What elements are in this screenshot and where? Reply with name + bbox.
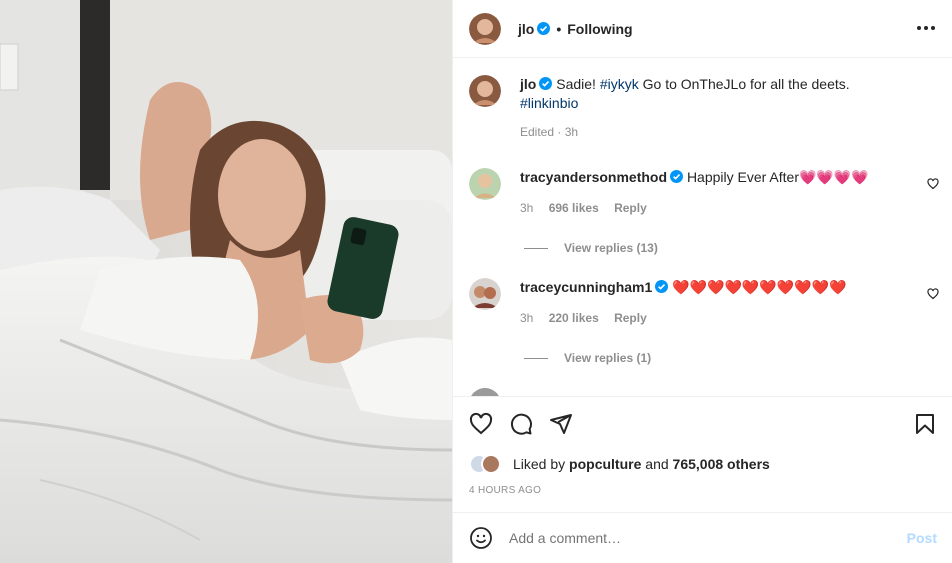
commenter-avatar[interactable] [469, 388, 501, 396]
comment-like-icon[interactable] [927, 288, 939, 300]
comment-message: ❤️❤️❤️❤️❤️❤️❤️❤️❤️❤️ [672, 279, 847, 295]
caption-avatar[interactable] [469, 75, 501, 107]
author-avatar[interactable] [469, 12, 501, 45]
comment-like-icon[interactable] [927, 178, 939, 190]
comment-likes[interactable]: 220 likes [549, 311, 599, 325]
comment-body: traceycunningham1 ❤️❤️❤️❤️❤️❤️❤️❤️❤️❤️ 3… [520, 278, 910, 325]
likes-count[interactable]: 765,008 others [673, 456, 770, 472]
comment-meta: 3h 696 likes Reply [520, 201, 910, 215]
caption-message: Sadie! [556, 76, 596, 92]
hashtag-link[interactable]: #iykyk [600, 76, 639, 92]
liked-by-and: and [645, 456, 669, 472]
comment-icon[interactable] [509, 412, 533, 436]
action-icons [469, 412, 573, 436]
commenter-username[interactable]: tracyandersonmethod [520, 169, 667, 185]
author-username[interactable]: jlo [518, 21, 534, 37]
photo-illustration [0, 0, 452, 563]
replies-divider [524, 357, 548, 359]
liked-by-prefix: Liked by [513, 456, 566, 472]
caption-meta: Edited · 3h [520, 125, 579, 139]
commenter-avatar[interactable] [469, 278, 501, 310]
comment-row: tracyandersonmethod Happily Ever After💗💗… [469, 168, 910, 215]
liker-avatar [481, 454, 501, 474]
reply-button[interactable]: Reply [614, 311, 647, 325]
save-icon[interactable] [913, 412, 937, 436]
view-replies-button[interactable]: View replies (13) [524, 241, 658, 255]
view-replies-label: View replies (13) [564, 241, 658, 255]
save-button[interactable] [913, 412, 937, 439]
verified-icon [539, 77, 553, 90]
post-header: jlo • Following [453, 0, 952, 58]
liker-avatars[interactable] [469, 454, 507, 474]
comment-text: traceycunningham1 ❤️❤️❤️❤️❤️❤️❤️❤️❤️❤️ [520, 278, 910, 297]
reply-button[interactable]: Reply [614, 201, 647, 215]
following-button[interactable]: Following [567, 21, 632, 37]
post-photo[interactable] [0, 0, 452, 563]
commenter-avatar[interactable] [469, 168, 501, 200]
verified-icon [655, 280, 669, 293]
post-side-panel: jlo • Following jlo Sadie! #iykyk Go to … [452, 0, 952, 563]
comment-body: tracyandersonmethod Happily Ever After💗💗… [520, 168, 910, 215]
comment-text: tracyandersonmethod Happily Ever After💗💗… [520, 168, 910, 187]
comment-message: Happily Ever After💗💗💗💗 [686, 169, 869, 185]
caption-text: jlo Sadie! #iykyk Go to OnTheJLo for all… [520, 75, 910, 113]
heart-icon[interactable] [469, 412, 493, 436]
post-actions: Liked by popculture and 765,008 others 4… [453, 396, 952, 512]
likes-summary: Liked by popculture and 765,008 others [469, 454, 770, 474]
add-comment-bar: Post [453, 512, 952, 563]
post-timestamp[interactable]: 4 HOURS AGO [469, 485, 541, 496]
verified-icon [670, 170, 684, 183]
replies-divider [524, 247, 548, 249]
comment-input[interactable] [509, 530, 907, 546]
comments-list[interactable]: jlo Sadie! #iykyk Go to OnTheJLo for all… [453, 58, 952, 396]
emoji-icon[interactable] [469, 526, 493, 550]
comment-likes[interactable]: 696 likes [549, 201, 599, 215]
comment-meta: 3h 220 likes Reply [520, 311, 910, 325]
liked-by-user[interactable]: popculture [569, 456, 641, 472]
view-replies-button[interactable]: View replies (1) [524, 351, 651, 365]
commenter-username[interactable]: traceycunningham1 [520, 279, 652, 295]
post-comment-button[interactable]: Post [907, 530, 937, 546]
caption-row: jlo Sadie! #iykyk Go to OnTheJLo for all… [469, 75, 910, 139]
comment-time: 3h [520, 201, 534, 215]
caption-message-2: Go to OnTheJLo for all the deets. [642, 76, 850, 92]
share-icon[interactable] [549, 412, 573, 436]
header-separator: • [556, 20, 562, 37]
comment-time: 3h [520, 311, 534, 325]
caption-body: jlo Sadie! #iykyk Go to OnTheJLo for all… [520, 75, 910, 139]
view-replies-label: View replies (1) [564, 351, 652, 365]
caption-username[interactable]: jlo [520, 76, 536, 92]
more-options-icon[interactable] [917, 26, 935, 30]
comment-row: traceycunningham1 ❤️❤️❤️❤️❤️❤️❤️❤️❤️❤️ 3… [469, 278, 910, 325]
verified-icon [537, 22, 551, 35]
hashtag-link[interactable]: #linkinbio [520, 95, 578, 111]
